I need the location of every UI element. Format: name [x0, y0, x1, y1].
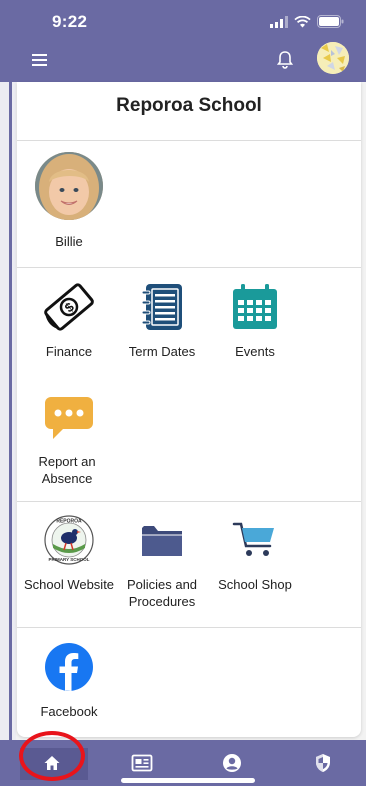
school-title: Reporoa School	[116, 95, 262, 116]
student-photo	[35, 152, 103, 220]
school-logo: REPOROA PRIMARY SCHOOL	[44, 515, 94, 565]
nav-news[interactable]	[122, 746, 162, 780]
facebook-icon	[45, 643, 93, 691]
svg-text:REPOROA: REPOROA	[56, 519, 82, 525]
student-name: Billie	[55, 234, 83, 249]
tile-label: Policies and Procedures	[126, 577, 198, 609]
divider	[17, 267, 361, 268]
signal-icon	[270, 15, 288, 28]
tile-finance[interactable]: $ Finance	[21, 277, 117, 360]
shield-icon	[316, 754, 330, 772]
tile-label: Finance	[45, 344, 93, 359]
battery-icon	[317, 15, 344, 28]
status-time: 9:22	[52, 12, 88, 31]
tile-label: Term Dates	[128, 344, 196, 359]
tile-label: Events	[235, 344, 275, 359]
divider	[17, 140, 361, 141]
status-bar: 9:22	[0, 0, 366, 38]
divider	[17, 501, 361, 502]
bottom-nav	[0, 740, 366, 786]
profile-avatar[interactable]	[317, 42, 349, 74]
hamburger-menu-icon[interactable]	[30, 51, 52, 69]
tile-label: School Website	[23, 577, 115, 592]
status-icons	[270, 15, 344, 28]
home-indicator	[121, 778, 255, 783]
nav-home[interactable]	[32, 746, 72, 780]
home-icon	[44, 756, 60, 770]
tile-label: School Shop	[218, 577, 292, 592]
tile-label: Report an Absence	[38, 454, 96, 486]
svg-text:PRIMARY SCHOOL: PRIMARY SCHOOL	[48, 557, 89, 562]
money-icon: $	[44, 283, 94, 331]
calendar-icon	[233, 284, 277, 329]
tile-facebook[interactable]: Facebook	[21, 637, 117, 720]
scroll-rail	[0, 82, 16, 740]
school-card: Reporoa School Billie $ Finance Term Dat…	[17, 82, 361, 737]
account-icon	[223, 754, 241, 772]
tile-term-dates[interactable]: Term Dates	[114, 277, 210, 360]
folder-icon	[142, 526, 182, 556]
tile-label: Facebook	[40, 704, 98, 719]
student-billie[interactable]: Billie	[27, 152, 111, 249]
newspaper-icon	[131, 754, 153, 772]
tile-policies[interactable]: Policies and Procedures	[114, 510, 210, 610]
nav-account[interactable]	[212, 746, 252, 780]
tile-events[interactable]: Events	[207, 277, 303, 360]
chat-bubble-icon	[45, 397, 93, 439]
wifi-icon	[294, 15, 311, 27]
tile-school-website[interactable]: REPOROA PRIMARY SCHOOL School Website	[21, 510, 117, 593]
divider	[17, 627, 361, 628]
app-header	[0, 38, 366, 82]
nav-privacy[interactable]	[303, 746, 343, 780]
notebook-icon	[141, 284, 182, 330]
bell-icon[interactable]	[274, 49, 296, 71]
cart-icon	[232, 522, 274, 556]
tile-report-absence[interactable]: Report an Absence	[21, 387, 117, 487]
tile-school-shop[interactable]: School Shop	[207, 510, 303, 593]
